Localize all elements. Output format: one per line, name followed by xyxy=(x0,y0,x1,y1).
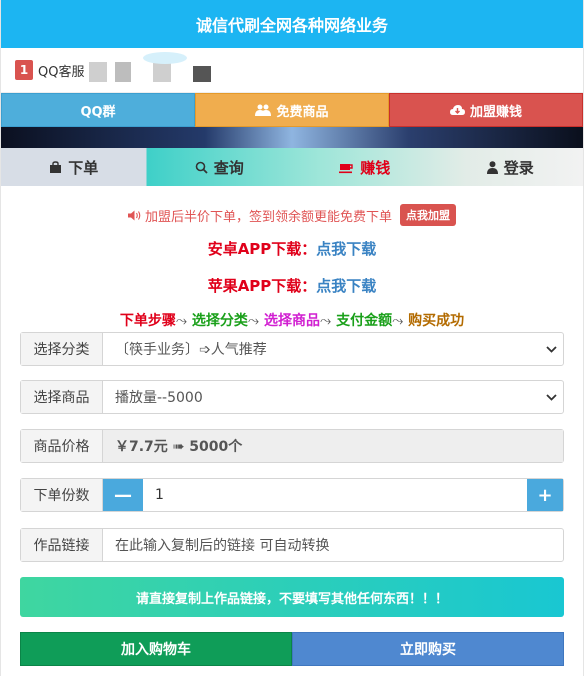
step-arrow: ⤳ xyxy=(247,313,260,329)
plus-icon: + xyxy=(537,484,553,506)
quantity-label: 下单份数 xyxy=(21,479,103,511)
quantity-row: 下单份数 — 1 + xyxy=(20,478,564,512)
link-row: 作品链接 在此输入复制后的链接 可自动转换 xyxy=(20,528,564,562)
tab-query-label: 查询 xyxy=(213,158,244,177)
nav-tabs: 下单 查询 赚钱 登录 xyxy=(1,148,583,186)
buy-now-button[interactable]: 立即购买 xyxy=(292,632,564,666)
users-icon xyxy=(255,104,272,116)
buy-now-label: 立即购买 xyxy=(400,642,456,658)
step-2: 选择分类 xyxy=(191,313,248,329)
product-select[interactable]: 播放量--5000 xyxy=(103,381,539,413)
apple-download: 苹果APP下载：点我下载 xyxy=(1,275,583,296)
cloud-download-icon xyxy=(449,104,465,116)
free-goods-button[interactable]: 免费商品 xyxy=(195,93,389,127)
blurred-contact xyxy=(193,66,211,82)
tab-order-label: 下单 xyxy=(68,158,99,177)
blurred-contact xyxy=(153,62,171,82)
join-earn-button[interactable]: 加盟赚钱 xyxy=(389,93,583,127)
step-5: 购买成功 xyxy=(408,313,465,329)
notice-text: 加盟后半价下单，签到领余额更能免费下单 xyxy=(144,209,392,225)
step-arrow: ⤳ xyxy=(392,313,404,329)
action-buttons: 加入购物车 立即购买 xyxy=(20,632,564,666)
apple-download-label: 苹果APP下载： xyxy=(207,277,317,295)
price-label: 商品价格 xyxy=(21,430,103,462)
qq-service-row[interactable]: 1 QQ客服 xyxy=(1,48,583,93)
qq-group-button[interactable]: QQ群 xyxy=(1,93,195,127)
step-1: 下单步骤 xyxy=(119,313,176,329)
tab-login[interactable]: 登录 xyxy=(438,148,584,186)
link-input[interactable]: 在此输入复制后的链接 可自动转换 xyxy=(103,529,563,561)
category-select-row[interactable]: 选择分类 〔筷手业务〕➩人气推荐 xyxy=(20,332,564,366)
apple-download-link[interactable]: 点我下载 xyxy=(316,277,376,295)
product-label: 选择商品 xyxy=(21,381,103,413)
page-title: 诚信代刷全网各种网络业务 xyxy=(195,16,388,35)
quantity-input[interactable]: 1 xyxy=(143,479,527,511)
qq-group-label: QQ群 xyxy=(80,104,116,120)
join-earn-label: 加盟赚钱 xyxy=(469,104,522,120)
link-label: 作品链接 xyxy=(21,529,103,561)
tab-query[interactable]: 查询 xyxy=(147,148,293,186)
volume-icon xyxy=(127,210,141,221)
add-to-cart-label: 加入购物车 xyxy=(121,642,191,658)
blurred-contact xyxy=(89,62,107,82)
link-warning-text: 请直接复制上作品链接，不要填写其他任何东西！！！ xyxy=(135,591,448,607)
step-arrow: ⤳ xyxy=(175,313,188,329)
tab-order[interactable]: 下单 xyxy=(1,148,147,186)
add-to-cart-button[interactable]: 加入购物车 xyxy=(20,632,292,666)
decoration-shape xyxy=(143,52,187,64)
product-select-row[interactable]: 选择商品 播放量--5000 xyxy=(20,380,564,414)
user-icon xyxy=(486,160,498,174)
qq-service-label: QQ客服 xyxy=(38,64,85,80)
top-button-row: QQ群 免费商品 加盟赚钱 xyxy=(1,93,583,127)
banner-image xyxy=(1,127,583,148)
blurred-contact xyxy=(115,62,131,82)
category-label: 选择分类 xyxy=(21,333,103,365)
category-select[interactable]: 〔筷手业务〕➩人气推荐 xyxy=(103,333,539,365)
decrease-quantity-button[interactable]: — xyxy=(103,479,143,511)
android-download-link[interactable]: 点我下载 xyxy=(316,240,376,258)
tab-earn-label: 赚钱 xyxy=(360,158,391,177)
page: 诚信代刷全网各种网络业务 1 QQ客服 QQ群 免费商品 加盟赚钱 下单 查询 … xyxy=(0,0,584,676)
android-download: 安卓APP下载：点我下载 xyxy=(1,238,583,259)
step-3: 选择商品 xyxy=(264,313,320,329)
shopping-bag-icon xyxy=(49,160,62,174)
android-download-label: 安卓APP下载： xyxy=(207,240,317,258)
tab-earn[interactable]: 赚钱 xyxy=(292,148,438,186)
page-header: 诚信代刷全网各种网络业务 xyxy=(1,0,583,48)
order-steps: 下单步骤⤳ 选择分类⤳ 选择商品⤳ 支付金额⤳ 购买成功 xyxy=(1,310,583,330)
join-now-button[interactable]: 点我加盟 xyxy=(400,204,456,226)
step-4: 支付金额 xyxy=(336,313,393,329)
chevron-down-icon[interactable] xyxy=(539,381,563,413)
free-goods-label: 免费商品 xyxy=(276,104,329,120)
chevron-down-icon[interactable] xyxy=(539,333,563,365)
join-notice: 加盟后半价下单，签到领余额更能免费下单 点我加盟 xyxy=(1,204,583,226)
step-arrow: ⤳ xyxy=(320,313,332,329)
price-row: 商品价格 ￥7.7元 ➠ 5000个 xyxy=(20,429,564,463)
search-icon xyxy=(195,161,208,174)
increase-quantity-button[interactable]: + xyxy=(527,479,563,511)
tab-login-label: 登录 xyxy=(503,158,534,177)
coffee-cup-icon xyxy=(339,161,354,174)
link-warning-button[interactable]: 请直接复制上作品链接，不要填写其他任何东西！！！ xyxy=(20,577,564,617)
service-number-badge: 1 xyxy=(15,60,33,80)
price-value: ￥7.7元 ➠ 5000个 xyxy=(103,430,563,462)
